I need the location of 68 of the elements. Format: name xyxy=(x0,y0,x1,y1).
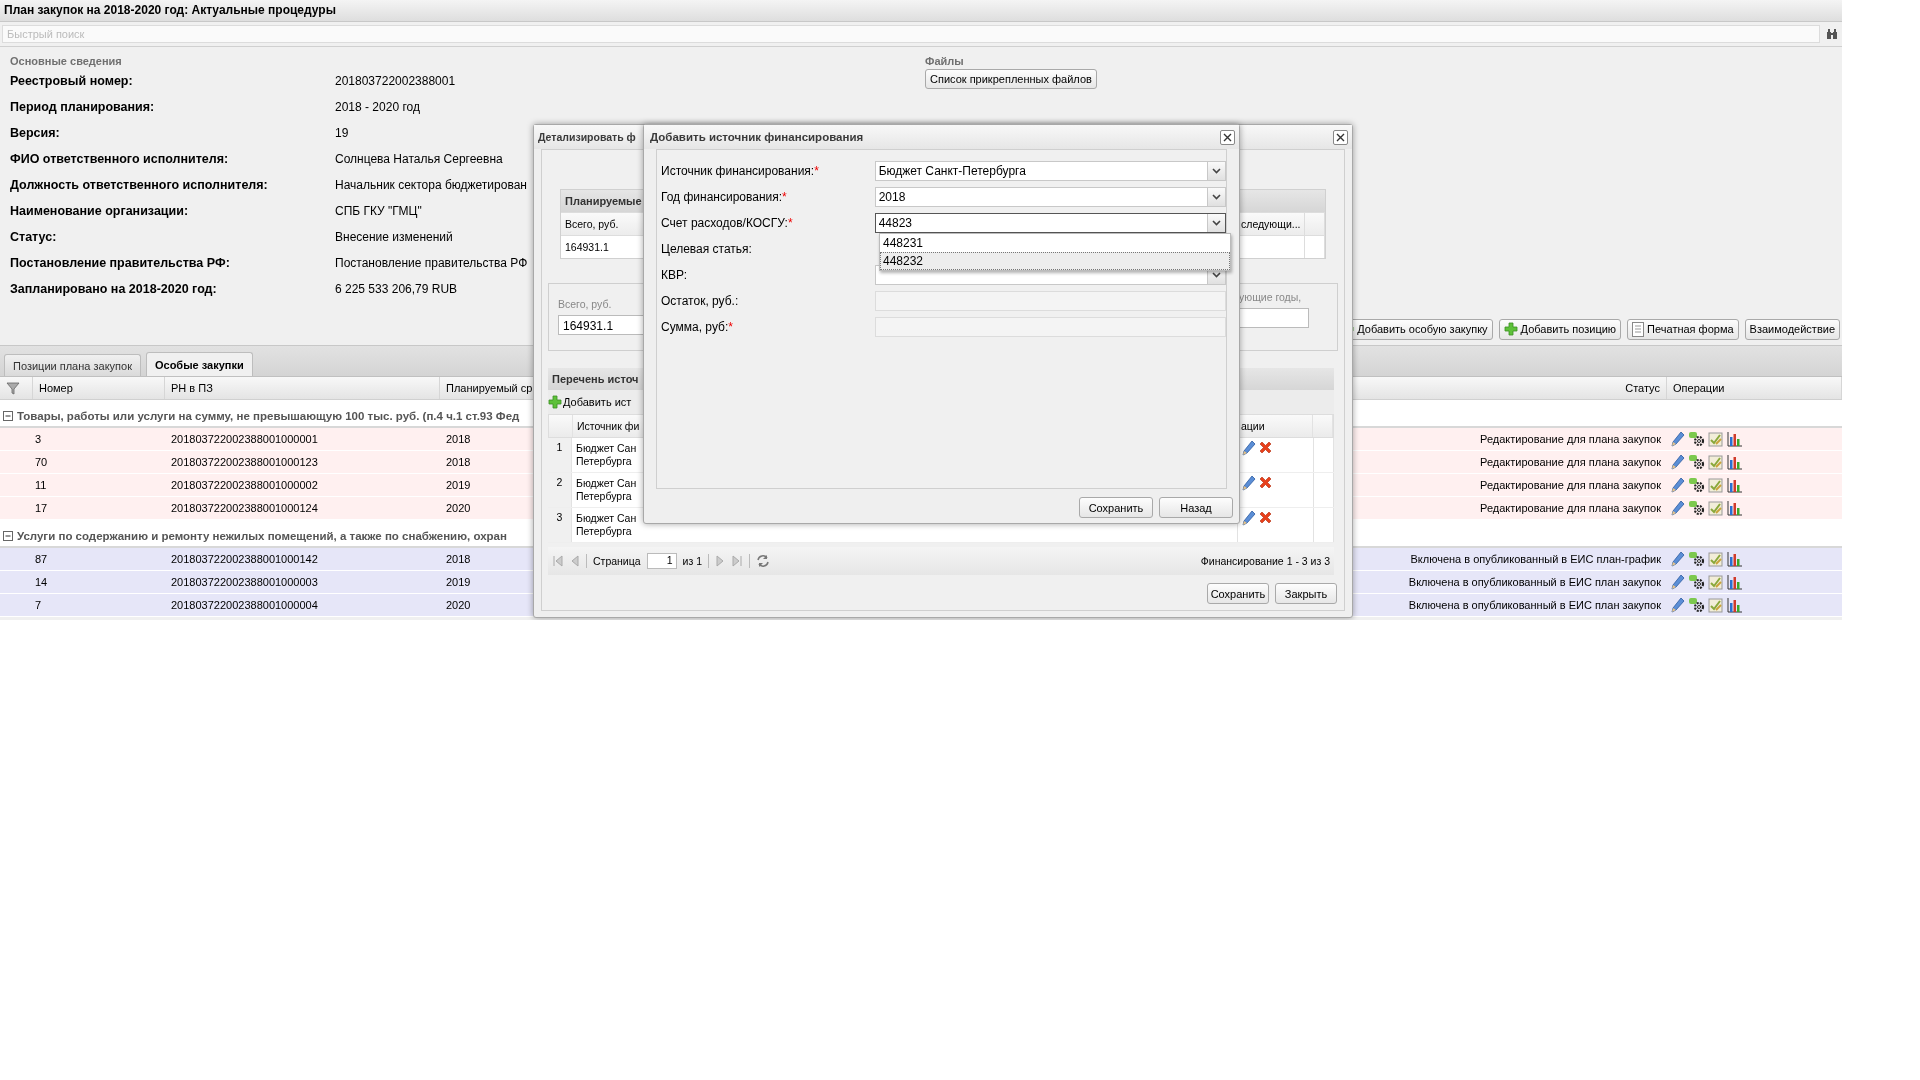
table-cell-text: 201803722002388001000004 xyxy=(170,599,319,611)
dialog-title: Детализировать ф xyxy=(538,131,636,143)
table-cell-text: 2020 xyxy=(445,502,472,514)
table-cell-text: 201803722002388001000002 xyxy=(170,479,319,491)
table-cell-text: Включена в опубликованный в ЕИС план-график xyxy=(1409,553,1662,565)
field-value: Начальник сектора бюджетирован xyxy=(335,178,527,192)
table-cell-text: 3 xyxy=(34,433,43,445)
field-value: 2018 - 2020 год xyxy=(335,100,420,114)
field-value: 19 xyxy=(335,126,349,140)
field-label: ующие годы, xyxy=(1239,291,1303,303)
section-title: Файлы xyxy=(925,55,964,68)
table-cell-text: 2018 xyxy=(445,553,472,565)
window-title: План закупок на 2018-2020 год: Актуальные процедуры xyxy=(0,0,1842,22)
table-cell-text: 201803722002388001000123 xyxy=(170,456,319,468)
field-label: Целевая статья: xyxy=(661,242,753,256)
field-label: Год финансирования:* xyxy=(661,190,788,204)
field-value: 6 225 533 206,79 RUB xyxy=(335,282,458,296)
table-cell-text: 201803722002388001000003 xyxy=(170,576,319,588)
field-label: Должность ответственного исполнителя: xyxy=(10,178,269,192)
table-cell-text: 201803722002388001000001 xyxy=(170,433,319,445)
table-cell-text: 14 xyxy=(34,576,49,588)
table-cell-text: 87 xyxy=(34,553,49,565)
row-number: 2 xyxy=(548,473,572,507)
pager-label: Страница xyxy=(593,555,641,567)
table-cell-text: Редактирование для плана закупок xyxy=(1479,433,1662,445)
table-cell-text: 2019 xyxy=(445,576,472,588)
table-cell-text: 201803722002388001000142 xyxy=(170,553,319,565)
table-cell-text: 2018 xyxy=(445,433,472,445)
field-label: Запланировано на 2018-2020 год: xyxy=(10,282,218,296)
field-label: Остаток, руб.: xyxy=(661,294,740,308)
field-label: ФИО ответственного исполнителя: xyxy=(10,152,230,166)
pager-summary: Финансирование 1 - 3 из 3 xyxy=(1200,555,1330,567)
field-value: Постановление правительства РФ xyxy=(335,256,528,270)
table-cell-text: 7 xyxy=(34,599,43,611)
field-value: СПБ ГКУ "ГМЦ" xyxy=(335,204,422,218)
field-value: Внесение изменений xyxy=(335,230,453,244)
table-cell-text: 70 xyxy=(34,456,49,468)
field-label: Сумма, руб:* xyxy=(661,320,734,334)
table-cell-text: 11 xyxy=(34,479,48,491)
field-label: Версия: xyxy=(10,126,61,140)
field-label: Реестровый номер: xyxy=(10,74,134,88)
field-label: Постановление правительства РФ: xyxy=(10,256,231,270)
table-cell-text: Включена в опубликованный в ЕИС план закупок xyxy=(1407,599,1662,611)
pager-label: из 1 xyxy=(682,555,703,567)
table-cell-text: 2019 xyxy=(445,479,472,491)
field-label: Наименование организации: xyxy=(10,204,190,218)
group-title: Товары, работы или услуги на сумму, не превышающую 100 тыс. руб. (п.4 ч.1 ст.93 Фед xyxy=(17,410,520,422)
section-title: Основные сведения xyxy=(10,55,123,68)
field-label: КВР: xyxy=(661,268,689,282)
table-cell-text: Редактирование для плана закупок xyxy=(1479,502,1662,514)
table-cell-text: 2018 xyxy=(445,456,472,468)
table-cell-text: 201803722002388001000124 xyxy=(170,502,319,514)
field-label: Статус: xyxy=(10,230,58,244)
field-value: 201803722002388001 xyxy=(335,74,456,88)
dialog-title: Добавить источник финансирования xyxy=(650,131,864,143)
row-number: 3 xyxy=(548,508,572,542)
table-cell-text: Включена в опубликованный в ЕИС план закупок xyxy=(1407,576,1662,588)
table-cell-text: 17 xyxy=(34,502,49,514)
table-cell-text: Редактирование для плана закупок xyxy=(1479,479,1662,491)
field-label: Всего, руб. xyxy=(558,298,613,310)
table-cell-text: 2020 xyxy=(445,599,472,611)
field-label: Период планирования: xyxy=(10,100,156,114)
field-value: Солнцева Наталья Сергеевна xyxy=(335,152,503,166)
group-title: Услуги по содержанию и ремонту нежилых помещений, а также по снабжению, охран xyxy=(17,530,507,542)
table-cell-text: Редактирование для плана закупок xyxy=(1479,456,1662,468)
field-label: Источник финансирования:* xyxy=(661,164,820,178)
row-number: 1 xyxy=(548,438,572,472)
field-label: Счет расходов/КОСГУ:* xyxy=(661,216,794,230)
